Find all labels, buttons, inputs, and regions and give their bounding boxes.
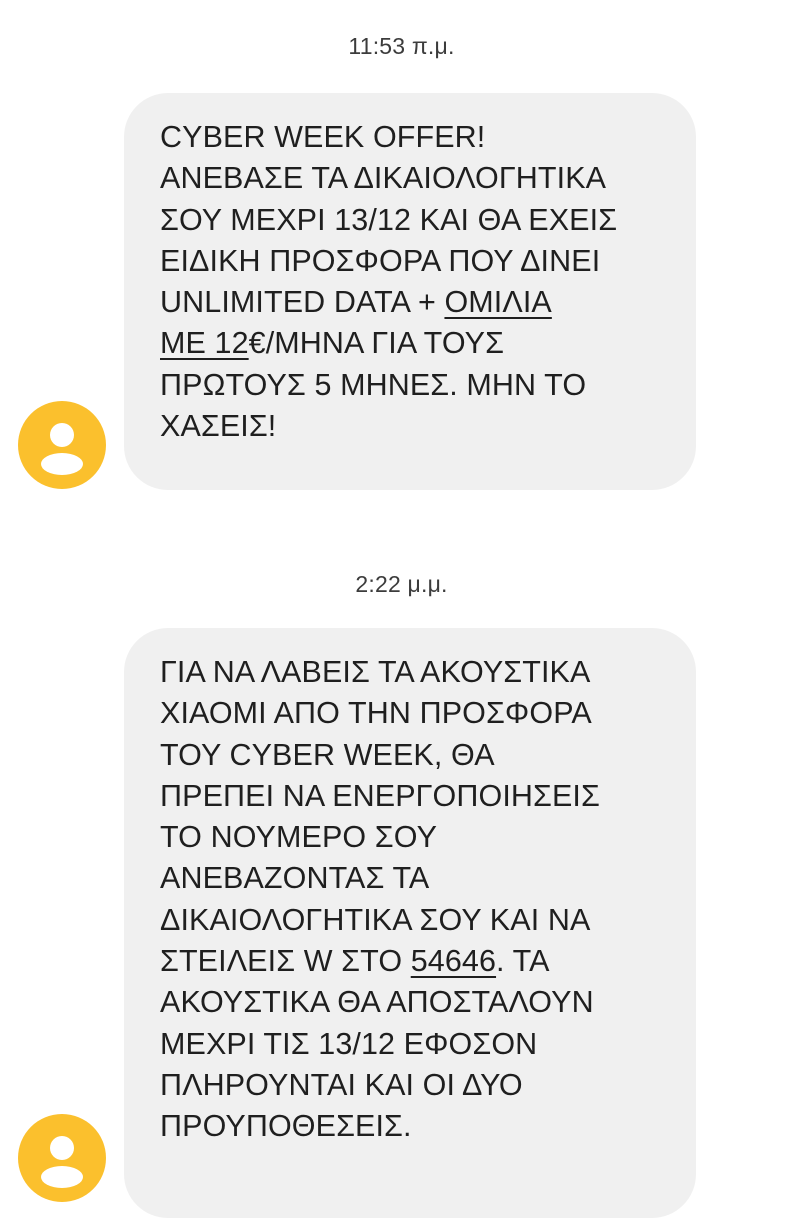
message-line: ΠΡΕΠΕΙ ΝΑ ΕΝΕΡΓΟΠΟΙΗΣΕΙΣ (160, 778, 600, 813)
message-bubble[interactable]: CYBER WEEK OFFER! ΑΝΕΒΑΣΕ ΤΑ ΔΙΚΑΙΟΛΟΓΗΤ… (124, 93, 696, 490)
person-icon (41, 1136, 83, 1188)
message-text: ΣΤΕΙΛΕΙΣ W ΣΤΟ (160, 944, 411, 979)
message-line: ΧΑΣΕΙΣ! (160, 409, 277, 444)
message-line: ΣΟΥ ΜΕΧΡΙ 13/12 ΚΑΙ ΘΑ ΕΧΕΙΣ (160, 202, 618, 237)
detected-phone-link[interactable]: 54646 (411, 944, 496, 978)
message-line: ΠΡΟΥΠΟΘΕΣΕΙΣ. (160, 1109, 412, 1144)
message-line: ΜΕΧΡΙ ΤΙΣ 13/12 ΕΦΟΣΟΝ (160, 1026, 538, 1061)
message-line: ΜΕ 12€/ΜΗΝΑ ΓΙΑ ΤΟΥΣ (160, 323, 672, 364)
message-line: ΑΝΕΒΑΣΕ ΤΑ ΔΙΚΑΙΟΛΟΓΗΤΙΚΑ (160, 161, 607, 196)
person-icon (41, 423, 83, 475)
detected-link[interactable]: ΟΜΙΛΙΑ (444, 285, 551, 319)
detected-link[interactable]: ΜΕ 12 (160, 326, 249, 360)
message-timestamp: 2:22 μ.μ. (355, 571, 448, 597)
message-line: ΕΙΔΙΚΗ ΠΡΟΣΦΟΡΑ ΠΟΥ ΔΙΝΕΙ (160, 243, 601, 278)
message-bubble[interactable]: ΓΙΑ ΝΑ ΛΑΒΕΙΣ ΤΑ ΑΚΟΥΣΤΙΚΑ ΧΙΑΟΜΙ ΑΠΟ ΤΗ… (124, 628, 696, 1218)
message-line: CYBER WEEK OFFER! (160, 120, 486, 154)
message-line: ΑΝΕΒΑΖΟΝΤΑΣ ΤΑ (160, 861, 430, 896)
message-line: ΤΟΥ CYBER WEEK, ΘΑ (160, 737, 495, 772)
message-line: ΔΙΚΑΙΟΛΟΓΗΤΙΚΑ ΣΟΥ ΚΑΙ ΝΑ (160, 902, 591, 937)
message-line: ΠΡΩΤΟΥΣ 5 ΜΗΝΕΣ. ΜΗΝ ΤΟ (160, 367, 587, 402)
message-text: UNLIMITED DATA + (160, 285, 445, 320)
message-line: UNLIMITED DATA + ΟΜΙΛΙΑ (160, 282, 672, 323)
message-text: €/ΜΗΝΑ ΓΙΑ ΤΟΥΣ (248, 326, 505, 361)
message-line: ΣΤΕΙΛΕΙΣ W ΣΤΟ 54646. ΤΑ (160, 941, 672, 982)
message-text: . ΤΑ (496, 944, 550, 979)
message-timestamp: 11:53 π.μ. (348, 33, 455, 59)
message-line: ΑΚΟΥΣΤΙΚΑ ΘΑ ΑΠΟΣΤΑΛΟΥΝ (160, 985, 594, 1020)
sender-avatar[interactable] (18, 1114, 106, 1202)
message-line: ΠΛΗΡΟΥΝΤΑΙ ΚΑΙ ΟΙ ΔΥΟ (160, 1067, 523, 1102)
sender-avatar[interactable] (18, 401, 106, 489)
message-line: ΧΙΑΟΜΙ ΑΠΟ ΤΗΝ ΠΡΟΣΦΟΡΑ (160, 696, 592, 731)
message-line: ΓΙΑ ΝΑ ΛΑΒΕΙΣ ΤΑ ΑΚΟΥΣΤΙΚΑ (160, 655, 591, 689)
message-line: ΤΟ ΝΟΥΜΕΡΟ ΣΟΥ (160, 820, 438, 855)
